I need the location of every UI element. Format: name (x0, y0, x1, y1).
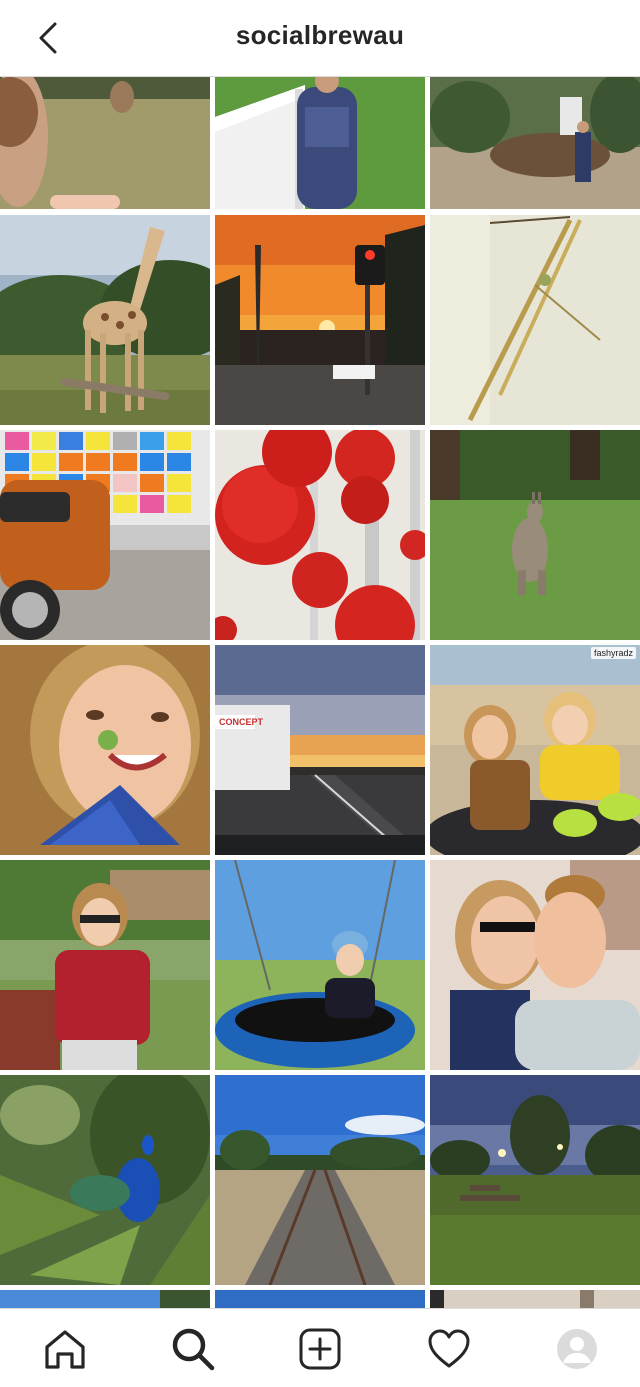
post-thumbnail-kangaroo-grass[interactable] (430, 430, 640, 640)
post-thumbnail-park-dusk-kangaroos[interactable] (430, 1075, 640, 1285)
nav-profile-button[interactable] (549, 1323, 605, 1375)
post-thumbnail-schoolgirl-uniform[interactable] (0, 860, 210, 1070)
home-icon (45, 1330, 85, 1369)
svg-text:CONCEPT: CONCEPT (219, 717, 264, 727)
post-thumbnail-smiling-girl-cast[interactable] (0, 645, 210, 855)
heart-icon (428, 1329, 470, 1368)
repost-watermark: fashyradz (590, 647, 636, 659)
post-thumbnail-selfie-pair[interactable] (430, 860, 640, 1070)
post-thumbnail-kangaroo-field[interactable] (0, 77, 210, 209)
nav-activity-button[interactable] (421, 1323, 477, 1375)
post-thumbnail-girl-by-fence[interactable] (215, 77, 425, 209)
post-thumbnail-peacock-palms[interactable] (0, 1075, 210, 1285)
post-thumbnail-girl-near-bushes[interactable] (430, 77, 640, 209)
bottom-navigation-bar (0, 1308, 640, 1387)
search-icon (172, 1328, 215, 1371)
nav-search-button[interactable] (165, 1323, 221, 1375)
post-thumbnail-partial-3[interactable] (430, 1290, 640, 1308)
plus-square-icon (299, 1328, 341, 1370)
post-thumbnail-kids-on-swing[interactable]: fashyradz (430, 645, 640, 855)
nav-home-button[interactable] (37, 1323, 93, 1375)
post-thumbnail-red-spheres-sculpture[interactable] (215, 430, 425, 640)
post-thumbnail-orange-car-colourful-wall[interactable] (0, 430, 210, 640)
post-thumbnail-stick-insect[interactable] (430, 215, 640, 425)
post-thumbnail-sunset-road-traffic-light[interactable] (215, 215, 425, 425)
top-bar: socialbrewau (0, 0, 640, 77)
post-thumbnail-girl-nest-swing[interactable] (215, 860, 425, 1070)
post-thumbnail-railway-tracks[interactable] (215, 1075, 425, 1285)
profile-username-title: socialbrewau (235, 20, 405, 50)
post-thumbnail-partial-1[interactable] (0, 1290, 210, 1308)
photo-grid: CONCEPT fashyradz (0, 77, 640, 1308)
post-thumbnail-highway-sunset-truck[interactable]: CONCEPT (215, 645, 425, 855)
avatar-icon (557, 1329, 597, 1369)
post-thumbnail-giraffe[interactable] (0, 215, 210, 425)
nav-new-post-button[interactable] (292, 1323, 348, 1375)
post-thumbnail-partial-2[interactable] (215, 1290, 425, 1308)
